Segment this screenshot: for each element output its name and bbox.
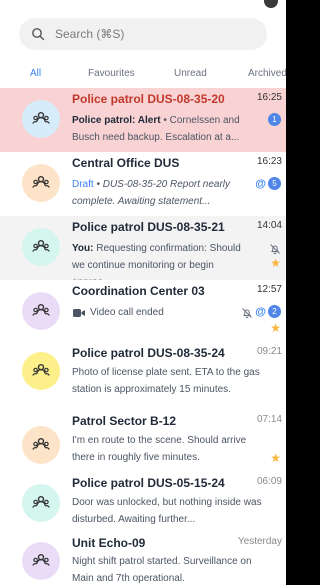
video-camera-icon xyxy=(72,307,85,319)
unread-badge: 2 xyxy=(268,305,281,318)
chat-time: 12:57 xyxy=(256,284,282,295)
group-icon xyxy=(32,495,50,508)
chat-time: 07:14 xyxy=(256,414,282,425)
favourite-star-icon: ★ xyxy=(270,451,281,465)
chat-badges: @ 5 xyxy=(255,177,281,190)
chat-time: 16:23 xyxy=(256,156,282,167)
chat-item-patrol-sector-b12[interactable]: Patrol Sector B-12 07:14 I'm en route to… xyxy=(0,412,286,478)
avatar xyxy=(22,100,60,138)
chat-badges: ★ xyxy=(269,242,281,269)
muted-bell-icon xyxy=(269,242,281,255)
chat-time: 16:25 xyxy=(256,92,282,103)
search-placeholder: Search (⌘S) xyxy=(55,27,125,41)
chat-title: Police patrol DUS-08-35-21 xyxy=(72,220,225,234)
unread-badge: 1 xyxy=(268,113,281,126)
search-input[interactable]: Search (⌘S) xyxy=(19,18,267,50)
chat-badges: ★ xyxy=(270,452,281,464)
group-icon xyxy=(32,363,50,376)
camera-dot xyxy=(264,0,278,8)
chat-preview: Draft • DUS-08-35-20 Report nearly compl… xyxy=(72,176,244,210)
avatar xyxy=(22,292,60,330)
avatar xyxy=(22,426,60,464)
chat-title: Central Office DUS xyxy=(72,156,180,170)
chat-badges: @ 2 ★ xyxy=(229,305,281,334)
chat-preview: Police patrol: Alert • Cornelssen and Bu… xyxy=(72,112,244,146)
chat-time: 09:21 xyxy=(256,346,282,357)
chat-list-screen: Search (⌘S) All Favourites Unread Archiv… xyxy=(0,0,286,585)
preview-text: Video call ended xyxy=(90,307,164,318)
chat-preview: Photo of license plate sent. ETA to the … xyxy=(72,367,260,395)
chat-preview: I'm en route to the scene. Should arrive… xyxy=(72,435,247,463)
chat-time: 06:09 xyxy=(256,476,282,487)
avatar xyxy=(22,228,60,266)
favourite-star-icon: ★ xyxy=(270,256,281,270)
search-icon xyxy=(31,27,45,41)
chat-title: Coordination Center 03 xyxy=(72,284,205,298)
chat-time: Yesterday xyxy=(237,536,282,547)
tab-favourites[interactable]: Favourites xyxy=(88,68,135,79)
chat-item-police-patrol-05-15-24[interactable]: Police patrol DUS-05-15-24 06:09 Door wa… xyxy=(0,474,286,536)
group-icon xyxy=(32,437,50,450)
chat-badges: 1 xyxy=(268,113,281,126)
group-icon xyxy=(32,175,50,188)
tab-unread[interactable]: Unread xyxy=(174,68,207,79)
chat-preview: Night shift patrol started. Surveillance… xyxy=(72,556,252,584)
search-container: Search (⌘S) xyxy=(0,10,286,50)
filter-tabs: All Favourites Unread Archived xyxy=(0,58,286,92)
sender-prefix: You: xyxy=(72,243,94,254)
preview-text: • DUS-08-35-20 Report nearly complete. A… xyxy=(72,179,231,207)
chat-item-unit-echo-09[interactable]: Unit Echo-09 Yesterday Night shift patro… xyxy=(0,532,286,585)
draft-label: Draft xyxy=(72,179,94,190)
mention-icon: @ xyxy=(255,305,266,318)
chat-title: Police patrol DUS-08-35-24 xyxy=(72,346,225,360)
group-icon xyxy=(32,111,50,124)
chat-title: Unit Echo-09 xyxy=(72,536,146,550)
group-icon xyxy=(32,303,50,316)
avatar xyxy=(22,484,60,522)
sender-prefix: Police patrol: Alert xyxy=(72,115,161,126)
chat-item-police-patrol-24[interactable]: Police patrol DUS-08-35-24 09:21 Photo o… xyxy=(0,344,286,418)
chat-title: Police patrol DUS-05-15-24 xyxy=(72,476,225,490)
unread-badge: 5 xyxy=(268,177,281,190)
chat-preview: Door was unlocked, but nothing inside wa… xyxy=(72,497,262,525)
chat-title: Police patrol DUS-08-35-20 xyxy=(72,92,225,106)
avatar xyxy=(22,164,60,202)
muted-bell-icon xyxy=(241,306,253,318)
mention-icon: @ xyxy=(255,177,266,190)
avatar xyxy=(22,352,60,390)
chat-title: Patrol Sector B-12 xyxy=(72,414,177,428)
chat-preview: Video call ended xyxy=(72,304,244,321)
avatar xyxy=(22,542,60,580)
group-icon xyxy=(32,239,50,252)
favourite-star-icon: ★ xyxy=(270,321,281,335)
tab-archived[interactable]: Archived xyxy=(248,68,286,79)
group-icon xyxy=(32,553,50,566)
tab-all[interactable]: All xyxy=(30,68,41,79)
chat-time: 14:04 xyxy=(256,220,282,231)
status-bar xyxy=(0,0,286,10)
